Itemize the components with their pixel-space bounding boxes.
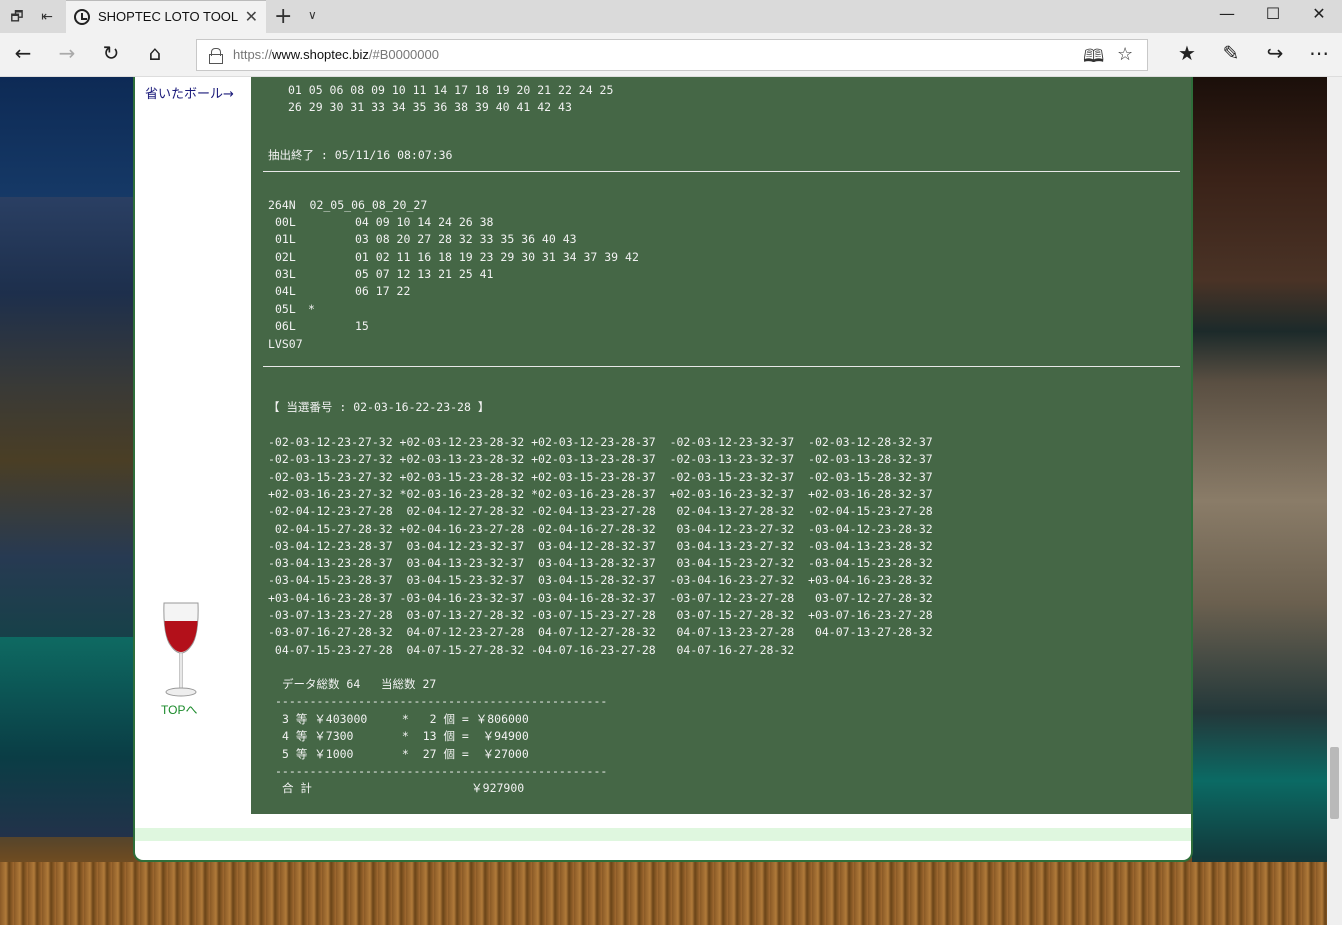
combo-line: +02-03-16-23-27-32 *02-03-16-23-28-32 *0… [268,486,933,501]
favorite-star-icon[interactable]: ☆ [1117,44,1133,65]
combo-line: -03-04-12-23-28-37 03-04-12-23-32-37 03-… [268,538,933,553]
footer-band [135,828,1191,841]
level-label: 04L [275,284,296,299]
combo-line: -02-03-12-23-27-32 +02-03-12-23-28-32 +0… [268,435,933,449]
home-icon[interactable]: ⌂ [140,41,170,65]
prize-line: 3 等 ￥403000 * 2 個 = ￥806000 [282,712,529,726]
lvs-line: LVS07 [268,337,303,351]
navigation-bar: ← → ↻ ⌂ https://www.shoptec.biz/#B000000… [0,33,1342,77]
pen-icon[interactable]: ✎ [1216,41,1246,65]
background-deck [0,862,1327,925]
combo-line: -03-04-13-23-28-37 03-04-13-23-32-37 03-… [268,556,933,571]
maximize-icon[interactable]: ☐ [1250,4,1296,23]
ball-list-line: 26 29 30 31 33 34 35 36 38 39 40 41 42 4… [288,100,572,114]
result-console: 01 05 06 08 09 10 11 14 17 18 19 20 21 2… [251,77,1191,814]
more-icon[interactable]: ⋯ [1304,41,1334,65]
chevron-down-icon[interactable]: ∨ [308,8,317,22]
wine-glass-icon[interactable] [161,601,201,699]
summary-title: データ総数 64 当総数 27 [282,677,437,691]
minimize-icon[interactable]: — [1204,4,1250,23]
tab-bar: 🗗 ⇤ SHOPTEC LOTO TOOL ✕ + ∨ — ☐ ✕ [0,0,1342,33]
combo-line: -02-03-15-23-27-32 +02-03-15-23-28-32 +0… [268,469,933,484]
level-values: 04 09 10 14 24 26 38 [355,215,494,229]
address-bar[interactable]: https://www.shoptec.biz/#B0000000 🕮 ☆ [196,39,1148,71]
tab-active[interactable]: SHOPTEC LOTO TOOL ✕ [66,0,266,33]
level-label: 05L [275,301,296,316]
combo-line: -02-04-12-23-27-28 02-04-12-27-28-32 -02… [268,504,933,519]
scrollbar-thumb[interactable] [1330,747,1339,819]
new-tab-icon[interactable]: + [274,4,292,29]
close-window-icon[interactable]: ✕ [1296,4,1342,23]
extract-end-line: 抽出終了 : 05/11/16 08:07:36 [268,148,453,162]
level-label: 03L [275,266,296,281]
prize-line: 5 等 ￥1000 * 27 個 = ￥27000 [282,746,529,761]
prize-line: 4 等 ￥7300 * 13 個 = ￥94900 [282,729,529,744]
ball-list-line: 01 05 06 08 09 10 11 14 17 18 19 20 21 2… [288,83,614,97]
clock-icon [74,9,90,25]
combo-line: 02-04-15-27-28-32 +02-04-16-23-27-28 -02… [268,521,933,536]
scrollbar[interactable] [1327,77,1342,925]
combo-line: -03-07-13-23-27-28 03-07-13-27-28-32 -03… [268,608,933,622]
combo-line: -03-04-15-23-28-37 03-04-15-23-32-37 03-… [268,573,933,588]
lock-icon [209,48,223,64]
background-pool [0,637,134,837]
level-values: 05 07 12 13 21 25 41 [355,266,494,281]
summary-dashes: ----------------------------------------… [275,764,608,778]
level-values: 15 [355,318,369,333]
level-values: 06 17 22 [355,284,411,299]
combo-header-line: 264N 02_05_06_08_20_27 [268,198,428,212]
tab-title: SHOPTEC LOTO TOOL [98,9,239,24]
combo-line: -02-03-13-23-27-32 +02-03-13-23-28-32 +0… [268,452,933,467]
background-photo-right [1192,77,1327,925]
divider [263,366,1180,367]
divider [263,171,1180,172]
winning-numbers-line: 【 当選番号 : 02-03-16-22-23-28 】 [268,400,490,414]
left-column: 省いたボール→ TOPへ [135,77,251,814]
content-frame: 省いたボール→ TOPへ 01 05 06 08 09 10 11 14 17 … [133,77,1193,862]
url-text: https://www.shoptec.biz/#B0000000 [233,47,439,62]
combo-line: 04-07-15-23-27-28 04-07-15-27-28-32 -04-… [268,642,795,657]
forward-icon[interactable]: → [52,41,82,65]
close-tab-icon[interactable]: ✕ [245,7,258,26]
combo-line: +03-04-16-23-28-37 -03-04-16-23-32-37 -0… [268,590,933,605]
level-label: 01L [275,232,296,247]
level-values: 01 02 11 16 18 19 23 29 30 31 34 37 39 4… [355,249,639,264]
tab-actions-icon[interactable]: 🗗 [6,6,28,28]
background-photo-left [0,197,134,677]
level-label: 02L [275,249,296,264]
reading-view-icon[interactable]: 🕮 [1083,44,1104,74]
summary-dashes: ----------------------------------------… [275,694,608,708]
favorites-hub-icon[interactable]: ★ [1172,41,1202,65]
refresh-icon[interactable]: ↻ [96,41,126,65]
share-icon[interactable]: ↪ [1260,41,1290,65]
level-values: * [308,301,315,316]
combo-line: -03-07-16-27-28-32 04-07-12-23-27-28 04-… [268,625,933,640]
back-icon[interactable]: ← [8,41,38,65]
omitted-balls-link[interactable]: 省いたボール→ [145,83,234,102]
set-aside-tabs-icon[interactable]: ⇤ [36,6,58,28]
total-line: 合 計 ￥927900 [282,781,525,795]
level-label: 00L [275,215,296,229]
level-label: 06L [275,318,296,333]
top-link[interactable]: TOPへ [161,701,197,718]
level-values: 03 08 20 27 28 32 33 35 36 40 43 [355,232,577,247]
